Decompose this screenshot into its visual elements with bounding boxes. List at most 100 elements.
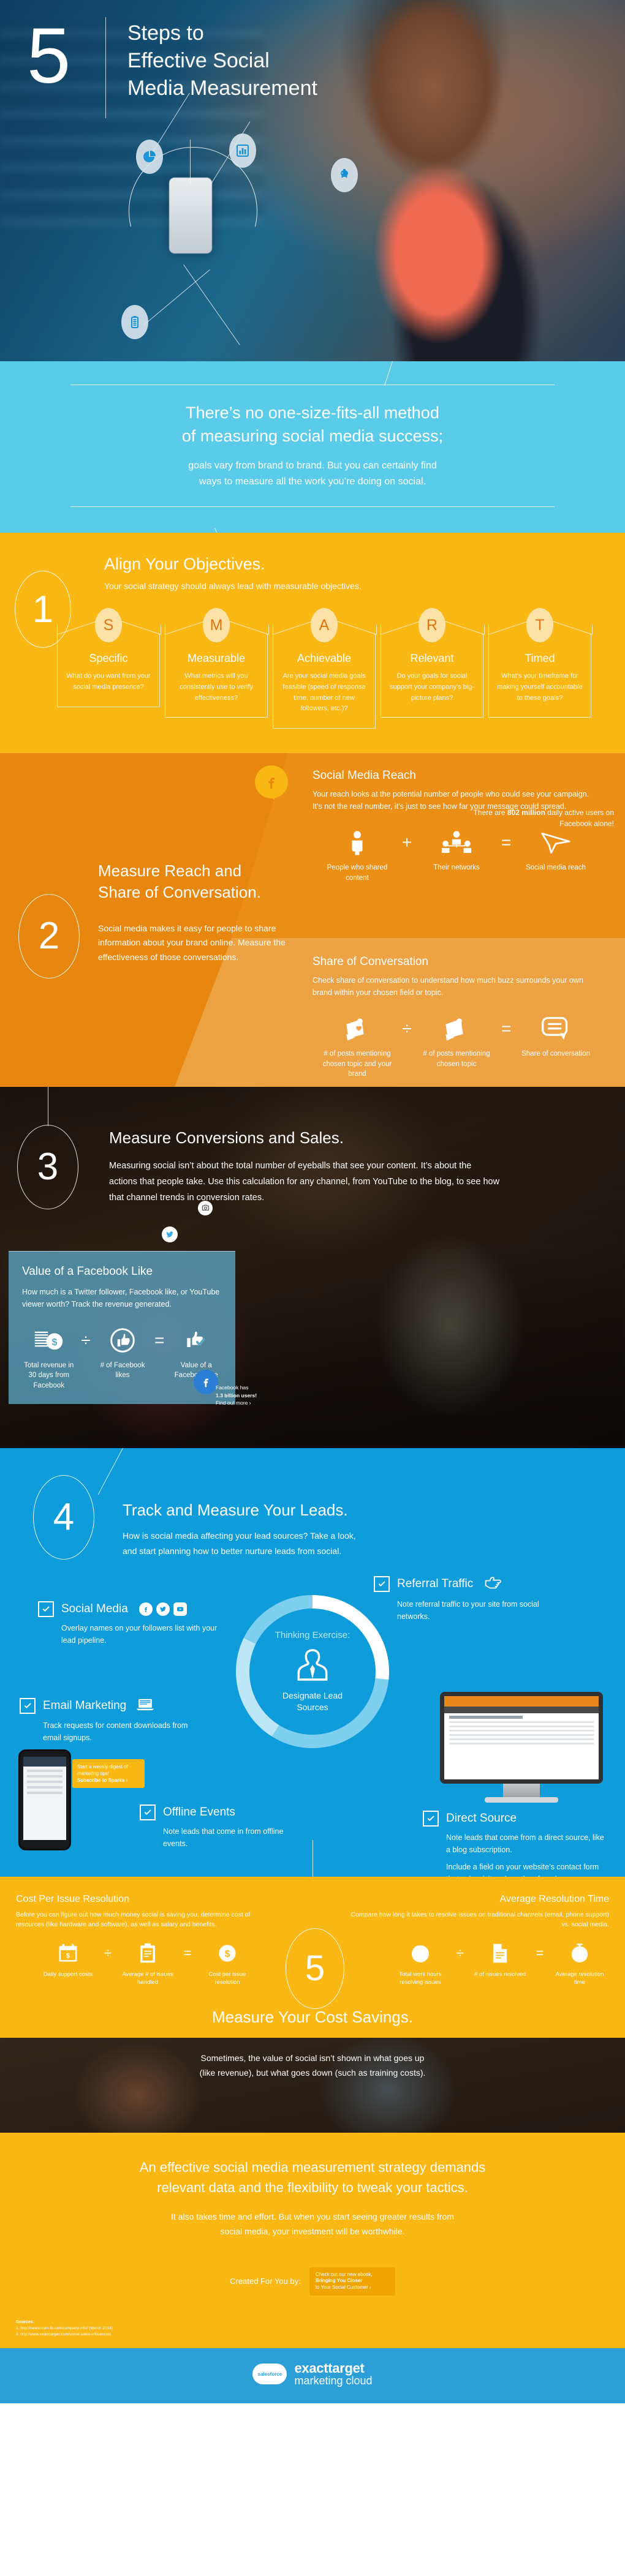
checkbox-icon[interactable] <box>423 1810 439 1827</box>
smart-title-4: Timed <box>525 652 555 665</box>
avg-resolution-heading: Average Resolution Time <box>499 1893 609 1904</box>
youtube-icon[interactable] <box>173 1602 187 1616</box>
ebook-promo-badge[interactable]: Check out our new ebook, Bringing You Cl… <box>309 2267 395 2296</box>
reach-heading: Social Media Reach <box>312 768 416 782</box>
donut-bottom-label: Designate Lead Sources <box>282 1690 343 1713</box>
site-line <box>449 1742 594 1744</box>
step-4-subtitle: How is social media affecting your lead … <box>123 1528 466 1559</box>
salesforce-logo-text: salesforce <box>257 2371 282 2377</box>
social-brand-icons <box>138 1602 187 1616</box>
facebook-icon[interactable] <box>138 1602 153 1616</box>
checkbox-icon[interactable] <box>38 1601 54 1617</box>
smart-card-measurable: M Measurable What metrics will you consi… <box>164 608 268 728</box>
donut-bottom-line-1: Designate Lead <box>282 1690 343 1700</box>
created-by-label: Created For You by: <box>230 2277 301 2286</box>
share-caption-2: Share of conversation <box>521 1050 590 1058</box>
closing-body-line-2: social media, your investment will be wo… <box>220 2226 405 2236</box>
svg-text:$: $ <box>66 1953 70 1960</box>
res-operator-1: = <box>536 1945 544 1961</box>
monitor-stand <box>503 1783 540 1797</box>
weekly-digest-badge[interactable]: Start a weekly digest of marketing tips!… <box>72 1759 145 1789</box>
lead-sources-donut: Thinking Exercise: Designate Lead Source… <box>236 1594 389 1748</box>
step-5-caption: Sometimes, the value of social isn’t sho… <box>0 2051 625 2081</box>
avg-resolution-body: Compare how long it takes to resolve iss… <box>350 1910 609 1929</box>
phone-screen <box>23 1756 66 1840</box>
hero-connector-5 <box>144 269 210 325</box>
share-term-1: # of posts mentioning chosen topic <box>420 1012 493 1069</box>
step-4-connector-out <box>312 1839 313 1877</box>
share-heading: Share of Conversation <box>312 955 429 968</box>
phone-topbar <box>23 1756 66 1767</box>
intro-connector-top <box>384 361 393 386</box>
step-2-title-line-2: Share of Conversation. <box>98 882 261 901</box>
share-body: Check share of conversation to understan… <box>312 975 583 997</box>
step-1-subtitle: Your social strategy should always lead … <box>104 581 362 591</box>
closing-headline-line-1: An effective social media measurement st… <box>139 2159 486 2175</box>
cost-per-issue-block: Cost Per Issue Resolution Before you can… <box>16 1894 279 1987</box>
checkbox-icon[interactable] <box>374 1576 390 1593</box>
intro-section: There’s no one-size-fits-all method of m… <box>0 361 625 568</box>
reach-term-2: Social media reach <box>519 826 593 873</box>
twitter-icon[interactable] <box>156 1602 170 1616</box>
step-5-headline: Measure Your Cost Savings. <box>0 2008 625 2038</box>
fb-users-line-3[interactable]: Find out more › <box>216 1399 283 1407</box>
step-1-section: 1 Align Your Objectives. Your social str… <box>0 533 625 753</box>
callout-direct-head: Direct Source <box>423 1810 607 1827</box>
closing-body: It also takes time and effort. But when … <box>80 2210 545 2239</box>
smart-text-4: What’s your timeframe for making yoursel… <box>497 672 583 702</box>
res-term-0: Total work hours resolving issues <box>391 1940 450 1987</box>
smart-title-2: Achievable <box>297 652 352 665</box>
share-term-0: # of posts mentioning chosen topic and y… <box>320 1012 394 1079</box>
step-3-number: 3 <box>17 1124 78 1209</box>
share-operator-1: = <box>501 1019 512 1038</box>
callout-referral-title: Referral Traffic <box>397 1577 474 1591</box>
reach-caption-1: Their networks <box>433 864 480 872</box>
step-2-body: Social media makes it easy for people to… <box>98 923 286 962</box>
site-line <box>449 1733 594 1736</box>
cost-per-issue-heading: Cost Per Issue Resolution <box>16 1893 129 1904</box>
smart-card-body-0: Specific What do you want from your soci… <box>57 634 160 707</box>
callout-social-media: Social Media Overlay names on your follo… <box>38 1601 222 1647</box>
donut-bottom-line-2: Sources <box>297 1702 328 1712</box>
callout-email-body: Track requests for content downloads fro… <box>43 1721 188 1742</box>
monitor-bezel: Contact the ExactTarget Marketing Cloud <box>440 1691 603 1784</box>
thumbs-up-circle-icon <box>96 1324 149 1357</box>
cost-term-1: Average # of issues handled <box>118 1940 177 1987</box>
infographic-page: 5 Steps to Effective Social Media Measur… <box>0 0 625 2404</box>
step-2-title-line-1: Measure Reach and <box>98 861 242 880</box>
fb-term-1: # of Facebook likes <box>96 1324 149 1381</box>
intro-body-line-2: ways to measure all the work you’re doin… <box>199 476 426 487</box>
intro-headline-line-2: of measuring social media success; <box>181 427 444 446</box>
calendar-icon: $ <box>39 1940 97 1967</box>
callout-offline-title: Offline Events <box>163 1805 235 1819</box>
smart-card-specific: S Specific What do you want from your so… <box>56 608 161 728</box>
reach-operator-1: = <box>501 833 512 852</box>
checkbox-icon[interactable] <box>140 1804 156 1820</box>
weekly-badge-line-2: marketing tips! <box>77 1771 110 1777</box>
phone-line <box>27 1769 63 1772</box>
checkbox-icon[interactable] <box>20 1698 36 1714</box>
step-3-title: Measure Conversions and Sales. <box>109 1128 344 1147</box>
smart-text-1: What metrics will you consistently use t… <box>180 672 253 702</box>
pie-chart-icon <box>136 140 163 174</box>
facebook-badge-icon[interactable] <box>194 1369 218 1394</box>
fb-caption-0: Total revenue in 30 days from Facebook <box>24 1361 74 1389</box>
dollar-tag-icon: $ <box>198 1940 257 1967</box>
avg-resolution-block: Average Resolution Time Compare how long… <box>346 1894 609 1987</box>
footer-branding: salesforce exacttarget marketing cloud <box>0 2348 625 2404</box>
closing-headline: An effective social media measurement st… <box>61 2157 564 2198</box>
res-term-2: Average resolution time <box>550 1940 609 1987</box>
res-caption-2: Average resolution time <box>555 1971 604 1986</box>
phone-mockup <box>18 1749 71 1850</box>
share-caption-1: # of posts mentioning chosen topic <box>423 1050 490 1068</box>
megaphone-heart-icon <box>320 1012 394 1045</box>
step-5-photo-band: Sometimes, the value of social isn’t sho… <box>0 2037 625 2133</box>
smart-card-achievable: A Achievable Are your social media goals… <box>272 608 376 729</box>
reach-term-1: Their networks <box>420 826 493 873</box>
fb-users-line-2: 1.3 billion users! <box>216 1392 257 1399</box>
thumbs-up-check-icon <box>170 1324 223 1357</box>
step-4-number: 4 <box>33 1474 94 1560</box>
callout-referral-head: Referral Traffic <box>374 1575 570 1593</box>
fb-term-2: Value of a Facebook like <box>170 1324 223 1381</box>
closing-headline-line-2: relevant data and the flexibility to twe… <box>157 2179 468 2195</box>
